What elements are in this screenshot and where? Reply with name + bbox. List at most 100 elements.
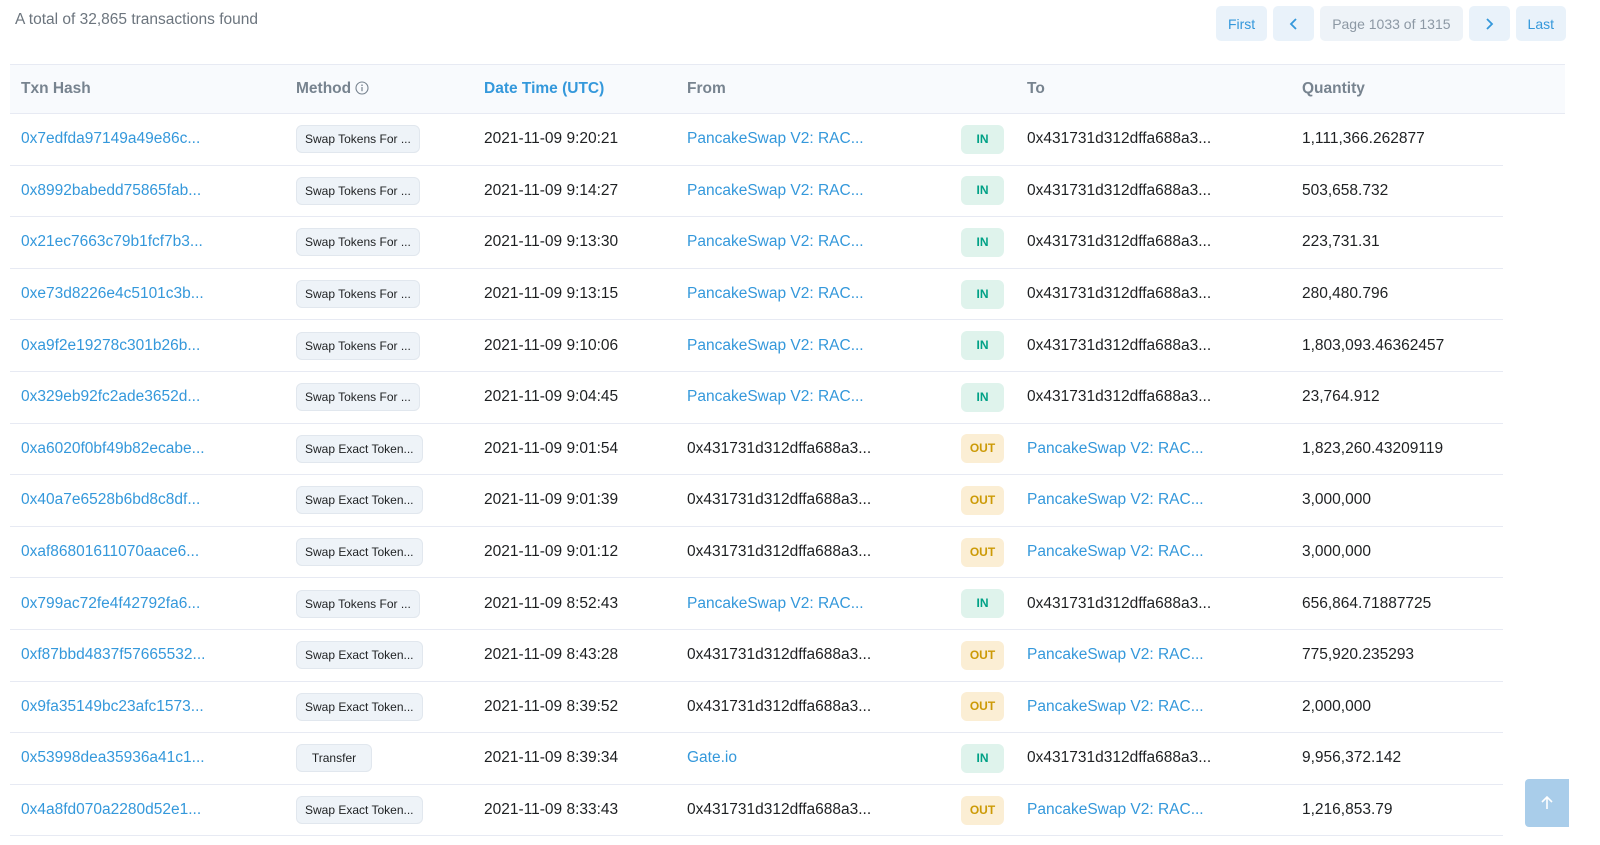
table-row: 0x21ec7663c79b1fcf7b3... Swap Tokens For …	[10, 216, 1565, 269]
quantity-cell: 503,658.732	[1291, 165, 1503, 218]
to-address: 0x431731d312dffa688a3...	[1027, 285, 1212, 303]
direction-cell: OUT	[950, 423, 1016, 476]
direction-cell: IN	[950, 732, 1016, 785]
from-address[interactable]: PancakeSwap V2: RAC...	[687, 595, 864, 612]
direction-cell: IN	[950, 113, 1016, 166]
txn-hash-cell: 0x21ec7663c79b1fcf7b3...	[10, 216, 285, 269]
from-address[interactable]: PancakeSwap V2: RAC...	[687, 388, 864, 405]
method-cell: Swap Tokens For ...	[285, 113, 473, 166]
quantity-cell: 9,956,372.142	[1291, 732, 1503, 785]
from-address: 0x431731d312dffa688a3...	[687, 697, 872, 715]
to-address: 0x431731d312dffa688a3...	[1027, 749, 1212, 767]
to-address[interactable]: PancakeSwap V2: RAC...	[1027, 440, 1204, 457]
from-address[interactable]: Gate.io	[687, 749, 737, 766]
txn-hash-link[interactable]: 0x53998dea35936a41c1...	[21, 749, 205, 766]
row-spacer	[1503, 681, 1565, 733]
to-cell: PancakeSwap V2: RAC...	[1016, 474, 1291, 527]
direction-cell: IN	[950, 577, 1016, 630]
txn-hash-link[interactable]: 0xa6020f0bf49b82ecabe...	[21, 440, 205, 457]
first-page-button[interactable]: First	[1215, 6, 1268, 41]
direction-badge: OUT	[961, 537, 1004, 567]
txn-hash-link[interactable]: 0xaf86801611070aace6...	[21, 543, 199, 560]
to-cell: PancakeSwap V2: RAC...	[1016, 681, 1291, 734]
txn-hash-link[interactable]: 0x4a8fd070a2280d52e1...	[21, 801, 201, 818]
method-badge: Swap Exact Token...	[296, 434, 423, 463]
method-badge: Swap Exact Token...	[296, 796, 423, 825]
txn-hash-link[interactable]: 0xf87bbd4837f57665532...	[21, 646, 205, 663]
to-cell: 0x431731d312dffa688a3...	[1016, 371, 1291, 424]
row-spacer	[1503, 526, 1565, 578]
direction-badge: OUT	[961, 485, 1004, 515]
datetime-cell: 2021-11-09 9:20:21	[473, 113, 676, 166]
to-cell: 0x431731d312dffa688a3...	[1016, 268, 1291, 321]
method-cell: Swap Tokens For ...	[285, 577, 473, 630]
method-badge: Swap Tokens For ...	[296, 176, 420, 205]
txn-hash-cell: 0xa9f2e19278c301b26b...	[10, 319, 285, 372]
txn-hash-link[interactable]: 0xe73d8226e4c5101c3b...	[21, 285, 204, 302]
method-badge: Swap Tokens For ...	[296, 228, 420, 257]
txn-hash-cell: 0x8992babedd75865fab...	[10, 165, 285, 218]
transactions-table: Txn Hash Method Date Time (UTC) From To …	[10, 64, 1565, 837]
next-page-button[interactable]	[1468, 6, 1510, 41]
method-cell: Swap Exact Token...	[285, 681, 473, 734]
previous-page-button[interactable]	[1273, 6, 1315, 41]
table-header-row: Txn Hash Method Date Time (UTC) From To …	[10, 64, 1565, 114]
txn-hash-cell: 0xaf86801611070aace6...	[10, 526, 285, 579]
from-cell: 0x431731d312dffa688a3...	[676, 681, 950, 734]
from-address: 0x431731d312dffa688a3...	[687, 491, 872, 509]
scroll-to-top-button[interactable]	[1525, 779, 1569, 827]
from-address[interactable]: PancakeSwap V2: RAC...	[687, 182, 864, 199]
quantity-cell: 1,823,260.43209119	[1291, 423, 1503, 476]
txn-hash-link[interactable]: 0x8992babedd75865fab...	[21, 182, 201, 199]
direction-badge: IN	[961, 227, 1004, 257]
txn-hash-link[interactable]: 0x799ac72fe4f42792fa6...	[21, 595, 200, 612]
transactions-summary: A total of 32,865 transactions found	[15, 11, 259, 28]
row-spacer	[1503, 578, 1565, 630]
to-address[interactable]: PancakeSwap V2: RAC...	[1027, 801, 1204, 818]
txn-hash-cell: 0x7edfda97149a49e86c...	[10, 113, 285, 166]
row-spacer	[1503, 320, 1565, 372]
txn-hash-link[interactable]: 0x9fa35149bc23afc1573...	[21, 698, 204, 715]
quantity-cell: 1,111,366.262877	[1291, 113, 1503, 166]
from-address[interactable]: PancakeSwap V2: RAC...	[687, 233, 864, 250]
row-spacer	[1503, 371, 1565, 423]
txn-hash-link[interactable]: 0xa9f2e19278c301b26b...	[21, 337, 200, 354]
txn-hash-link[interactable]: 0x40a7e6528b6bd8c8df...	[21, 491, 200, 508]
txn-hash-link[interactable]: 0x329eb92fc2ade3652d...	[21, 388, 200, 405]
table-row: 0x53998dea35936a41c1... Transfer 2021-11-0…	[10, 732, 1565, 785]
column-header-datetime[interactable]: Date Time (UTC)	[473, 64, 676, 114]
to-address[interactable]: PancakeSwap V2: RAC...	[1027, 698, 1204, 715]
direction-badge: OUT	[961, 795, 1004, 825]
to-address[interactable]: PancakeSwap V2: RAC...	[1027, 543, 1204, 560]
from-cell: PancakeSwap V2: RAC...	[676, 319, 950, 372]
from-address[interactable]: PancakeSwap V2: RAC...	[687, 285, 864, 302]
last-page-button[interactable]: Last	[1515, 6, 1566, 41]
row-spacer	[1503, 629, 1565, 681]
from-address: 0x431731d312dffa688a3...	[687, 543, 872, 561]
to-address: 0x431731d312dffa688a3...	[1027, 388, 1212, 406]
direction-badge: IN	[961, 589, 1004, 619]
from-cell: PancakeSwap V2: RAC...	[676, 113, 950, 166]
row-spacer	[1503, 165, 1565, 217]
to-cell: PancakeSwap V2: RAC...	[1016, 784, 1291, 837]
txn-hash-link[interactable]: 0x21ec7663c79b1fcf7b3...	[21, 233, 203, 250]
info-circle-icon[interactable]	[355, 81, 369, 95]
direction-badge: IN	[961, 176, 1004, 206]
row-spacer	[1503, 475, 1565, 527]
direction-badge: IN	[961, 743, 1004, 773]
method-cell: Swap Exact Token...	[285, 526, 473, 579]
method-cell: Swap Exact Token...	[285, 474, 473, 527]
to-address[interactable]: PancakeSwap V2: RAC...	[1027, 491, 1204, 508]
from-address[interactable]: PancakeSwap V2: RAC...	[687, 337, 864, 354]
to-address[interactable]: PancakeSwap V2: RAC...	[1027, 646, 1204, 663]
table-row: 0x799ac72fe4f42792fa6... Swap Tokens For …	[10, 577, 1565, 630]
txn-hash-cell: 0x799ac72fe4f42792fa6...	[10, 577, 285, 630]
to-cell: PancakeSwap V2: RAC...	[1016, 423, 1291, 476]
direction-badge: OUT	[961, 640, 1004, 670]
pagination: First Page 1033 of 1315 Last	[1215, 6, 1566, 41]
datetime-cell: 2021-11-09 8:39:52	[473, 681, 676, 734]
txn-hash-link[interactable]: 0x7edfda97149a49e86c...	[21, 130, 200, 147]
from-address[interactable]: PancakeSwap V2: RAC...	[687, 130, 864, 147]
column-header-quantity: Quantity	[1291, 64, 1503, 114]
method-badge: Swap Tokens For ...	[296, 589, 420, 618]
